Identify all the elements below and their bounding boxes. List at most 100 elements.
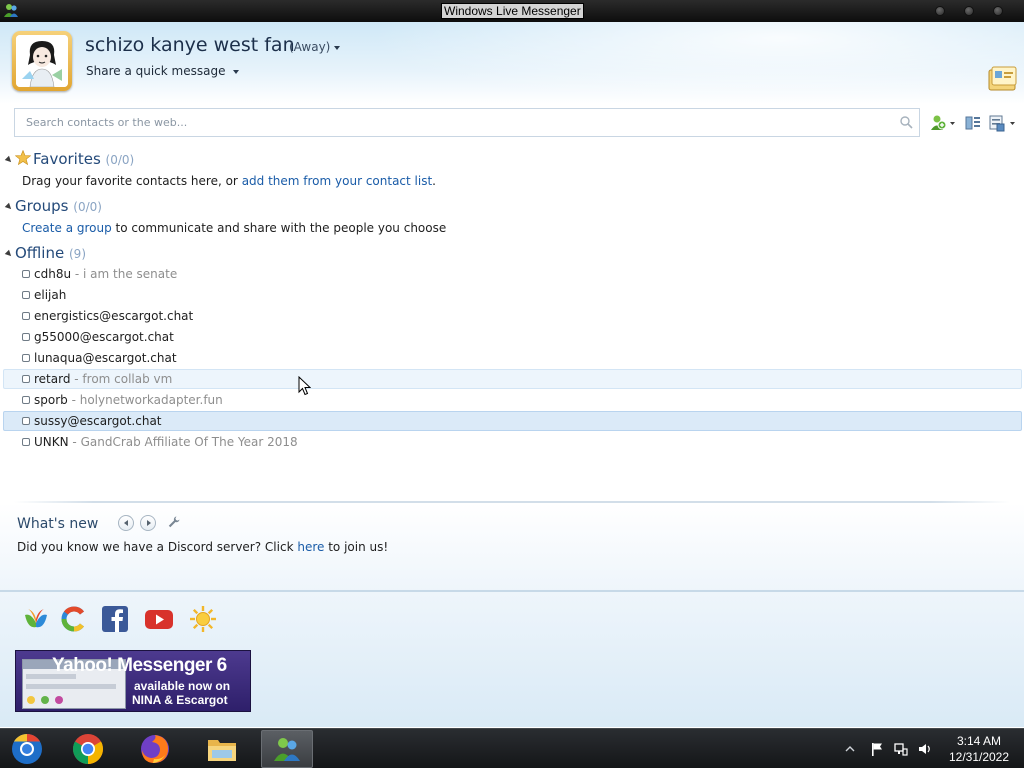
add-contact-button[interactable]: [929, 113, 957, 133]
network-icon[interactable]: [894, 742, 908, 756]
taskbar: 3:14 AM 12/31/2022: [0, 728, 1024, 768]
search-box: [14, 108, 920, 137]
favorites-note: Drag your favorite contacts here, or add…: [22, 174, 436, 188]
profile-header: schizo kanye west fan (Away) Share a qui…: [0, 22, 1024, 104]
taskbar-chrome[interactable]: [62, 730, 114, 768]
taskbar-file-explorer[interactable]: [196, 730, 248, 768]
maximize-button[interactable]: [964, 6, 974, 16]
header-decoration: [300, 22, 1024, 104]
contact-row[interactable]: lunaqua@escargot.chat: [3, 348, 1022, 368]
contact-name: sporb: [34, 393, 68, 407]
messenger-buddies-icon: [274, 738, 300, 761]
minimize-button[interactable]: [935, 6, 945, 16]
ad-line-3: NINA & Escargot: [132, 693, 228, 707]
favorites-group-header[interactable]: Favorites (0/0): [4, 149, 135, 168]
offline-status-icon: [22, 291, 30, 299]
contact-name: g55000@escargot.chat: [34, 330, 174, 344]
layout-options-icon[interactable]: [965, 113, 981, 133]
contact-name: retard: [34, 372, 71, 386]
offline-status-icon: [22, 417, 30, 425]
favorites-note-text: Drag your favorite contacts here, or: [22, 174, 242, 188]
add-from-contact-list-link[interactable]: add them from your contact list: [242, 174, 432, 188]
star-icon: [14, 149, 32, 166]
quick-message-text: Share a quick message: [86, 64, 226, 78]
msn-butterfly-icon[interactable]: [22, 605, 50, 633]
system-clock[interactable]: 3:14 AM 12/31/2022: [940, 733, 1018, 765]
contact-message: GandCrab Affiliate Of The Year 2018: [80, 435, 298, 449]
contact-row[interactable]: cdh8u - i am the senate: [3, 264, 1022, 284]
contact-row[interactable]: energistics@escargot.chat: [3, 306, 1022, 326]
mouse-cursor-icon: [298, 376, 311, 396]
windows-live-icon[interactable]: [60, 605, 88, 633]
weather-sun-icon[interactable]: [189, 605, 217, 633]
facebook-icon[interactable]: [101, 605, 129, 633]
offline-status-icon: [22, 270, 30, 278]
whats-new-message-end: to join us!: [324, 540, 389, 554]
taskbar-messenger[interactable]: [261, 730, 313, 768]
contact-name: energistics@escargot.chat: [34, 309, 194, 323]
title-bar: Windows Live Messenger: [0, 0, 1024, 22]
display-name[interactable]: schizo kanye west fan: [85, 34, 295, 56]
chrome-icon: [72, 734, 104, 764]
groups-group-header[interactable]: Groups (0/0): [4, 197, 102, 215]
volume-speaker-icon[interactable]: [918, 742, 932, 756]
window-title: Windows Live Messenger: [441, 3, 584, 19]
contact-name: UNKN: [34, 435, 69, 449]
offline-status-icon: [22, 438, 30, 446]
contact-row[interactable]: g55000@escargot.chat: [3, 327, 1022, 347]
offline-status-icon: [22, 333, 30, 341]
start-button[interactable]: [1, 730, 53, 768]
contact-name: lunaqua@escargot.chat: [34, 351, 177, 365]
status-selector[interactable]: (Away): [289, 40, 341, 54]
collapse-triangle-icon[interactable]: [4, 202, 14, 211]
favorites-count: (0/0): [105, 153, 135, 167]
create-group-link[interactable]: Create a group: [22, 221, 112, 235]
offline-status-icon: [22, 396, 30, 404]
taskbar-firefox[interactable]: [129, 730, 181, 768]
offline-label: Offline: [15, 244, 65, 262]
contact-row[interactable]: sporb - holynetworkadapter.fun: [3, 390, 1022, 410]
chrome-start-icon: [12, 734, 42, 764]
clock-time: 3:14 AM: [956, 734, 1002, 748]
search-input[interactable]: [15, 109, 875, 136]
status-text: (Away): [289, 40, 331, 54]
offline-status-icon: [22, 375, 30, 383]
show-hidden-icons-chevron[interactable]: [845, 742, 855, 756]
ad-headline: Yahoo! Messenger 6: [52, 655, 227, 676]
wrench-icon[interactable]: [168, 516, 180, 528]
favorites-label: Favorites: [33, 150, 101, 168]
contact-separator: -: [70, 372, 83, 386]
contact-row[interactable]: sussy@escargot.chat: [3, 411, 1022, 431]
groups-note: Create a group to communicate and share …: [22, 221, 446, 235]
ad-line-2: available now on: [134, 679, 231, 693]
groups-count: (0/0): [73, 200, 102, 214]
next-news-button[interactable]: [140, 515, 156, 531]
search-icon[interactable]: [900, 116, 913, 129]
yahoo-messenger-ad-banner[interactable]: Yahoo! Messenger 6 available now on NINA…: [15, 650, 251, 712]
discord-link[interactable]: here: [297, 540, 324, 554]
youtube-icon[interactable]: [144, 605, 174, 633]
collapse-triangle-icon[interactable]: [4, 249, 14, 258]
previous-news-button[interactable]: [118, 515, 134, 531]
messenger-buddies-icon[interactable]: [3, 3, 19, 18]
chevron-down-icon: [233, 69, 240, 74]
contact-name: sussy@escargot.chat: [34, 414, 162, 428]
contact-row[interactable]: UNKN - GandCrab Affiliate Of The Year 20…: [3, 432, 1022, 452]
close-button[interactable]: [993, 6, 1003, 16]
contact-message: holynetworkadapter.fun: [79, 393, 223, 407]
contact-row[interactable]: elijah: [3, 285, 1022, 305]
contact-message: from collab vm: [82, 372, 173, 386]
contact-row[interactable]: retard - from collab vm: [3, 369, 1022, 389]
contact-card-icon[interactable]: [988, 66, 1018, 92]
show-menu-button[interactable]: [988, 113, 1018, 133]
panel-divider: [0, 590, 1024, 592]
offline-group-header[interactable]: Offline (9): [4, 244, 86, 262]
whats-new-panel: What's new Did you know we have a Discor…: [0, 503, 1024, 727]
quick-message-field[interactable]: Share a quick message: [86, 64, 240, 78]
action-center-flag-icon[interactable]: [870, 742, 884, 756]
contact-separator: -: [68, 435, 81, 449]
avatar[interactable]: [12, 31, 72, 91]
offline-status-icon: [22, 354, 30, 362]
collapse-triangle-icon[interactable]: [4, 155, 14, 164]
offline-count: (9): [69, 247, 86, 261]
